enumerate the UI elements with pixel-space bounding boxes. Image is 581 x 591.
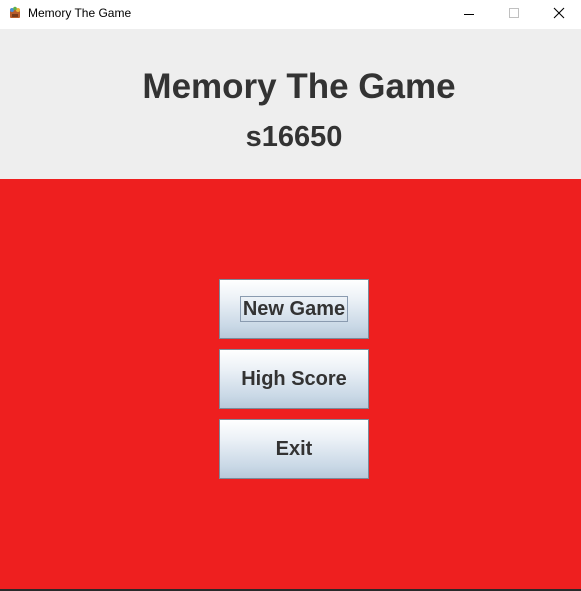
minimize-button[interactable] <box>446 0 491 29</box>
student-id: s16650 <box>245 121 343 153</box>
new-game-label: New Game <box>239 296 349 322</box>
close-icon <box>553 7 565 19</box>
title-bar[interactable]: Memory The Game <box>0 0 581 29</box>
game-title: Memory The Game <box>142 67 456 106</box>
high-score-label: High Score <box>241 368 347 390</box>
maximize-button[interactable] <box>491 0 536 29</box>
exit-label: Exit <box>275 438 313 460</box>
high-score-button[interactable]: High Score <box>219 349 369 409</box>
maximize-icon <box>509 8 519 18</box>
close-button[interactable] <box>536 0 581 29</box>
exit-button[interactable]: Exit <box>219 419 369 479</box>
minimize-icon <box>464 14 474 15</box>
new-game-button[interactable]: New Game <box>219 279 369 339</box>
application-window: Memory The Game Memory The Game s16650 N… <box>0 0 581 591</box>
header-panel: Memory The Game s16650 <box>0 29 581 179</box>
window-title: Memory The Game <box>28 6 132 20</box>
java-app-icon <box>10 6 20 18</box>
